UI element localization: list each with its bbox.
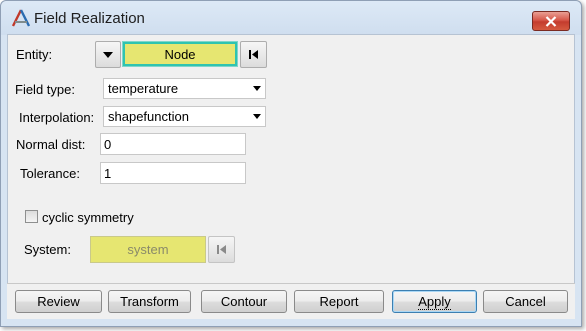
interpolation-value: shapefunction — [108, 109, 189, 124]
reset-selection-icon — [249, 50, 258, 59]
form-panel — [7, 34, 575, 319]
entity-type-dropdown[interactable] — [95, 41, 121, 68]
tolerance-label: Tolerance: — [20, 166, 80, 181]
system-selector[interactable]: system — [90, 236, 206, 263]
cancel-button[interactable]: Cancel — [483, 290, 568, 313]
interpolation-select[interactable]: shapefunction — [103, 106, 266, 127]
entity-selector-value: Node — [164, 46, 196, 62]
system-label: System: — [24, 242, 71, 257]
field-type-select[interactable]: temperature — [103, 78, 266, 99]
field-type-value: temperature — [108, 81, 179, 96]
close-button[interactable] — [532, 11, 570, 31]
close-icon — [545, 15, 557, 27]
entity-reset-button[interactable] — [240, 41, 267, 68]
tolerance-input[interactable] — [100, 162, 246, 184]
window-title: Field Realization — [34, 10, 145, 27]
cyclic-symmetry-checkbox[interactable] — [25, 210, 38, 223]
system-reset-button[interactable] — [208, 236, 235, 263]
contour-button[interactable]: Contour — [201, 290, 287, 313]
review-button[interactable]: Review — [15, 290, 102, 313]
dropdown-arrow-icon — [253, 114, 261, 119]
apply-button[interactable]: Apply — [392, 290, 477, 313]
transform-button[interactable]: Transform — [108, 290, 191, 313]
entity-label: Entity: — [16, 47, 53, 62]
interpolation-label: Interpolation: — [19, 110, 95, 125]
title-bar[interactable]: Field Realization — [1, 1, 581, 35]
cyclic-symmetry-label: cyclic symmetry — [42, 210, 134, 225]
reset-selection-icon — [217, 245, 226, 254]
dropdown-arrow-icon — [103, 51, 113, 58]
normal-dist-input[interactable] — [100, 133, 246, 155]
dropdown-arrow-icon — [253, 86, 261, 91]
field-type-label: Field type: — [15, 82, 75, 97]
normal-dist-label: Normal dist: — [16, 137, 86, 152]
entity-selector[interactable]: Node — [122, 41, 238, 67]
report-button[interactable]: Report — [294, 290, 384, 313]
system-selector-value: system — [127, 242, 169, 257]
app-logo-icon — [11, 9, 31, 27]
